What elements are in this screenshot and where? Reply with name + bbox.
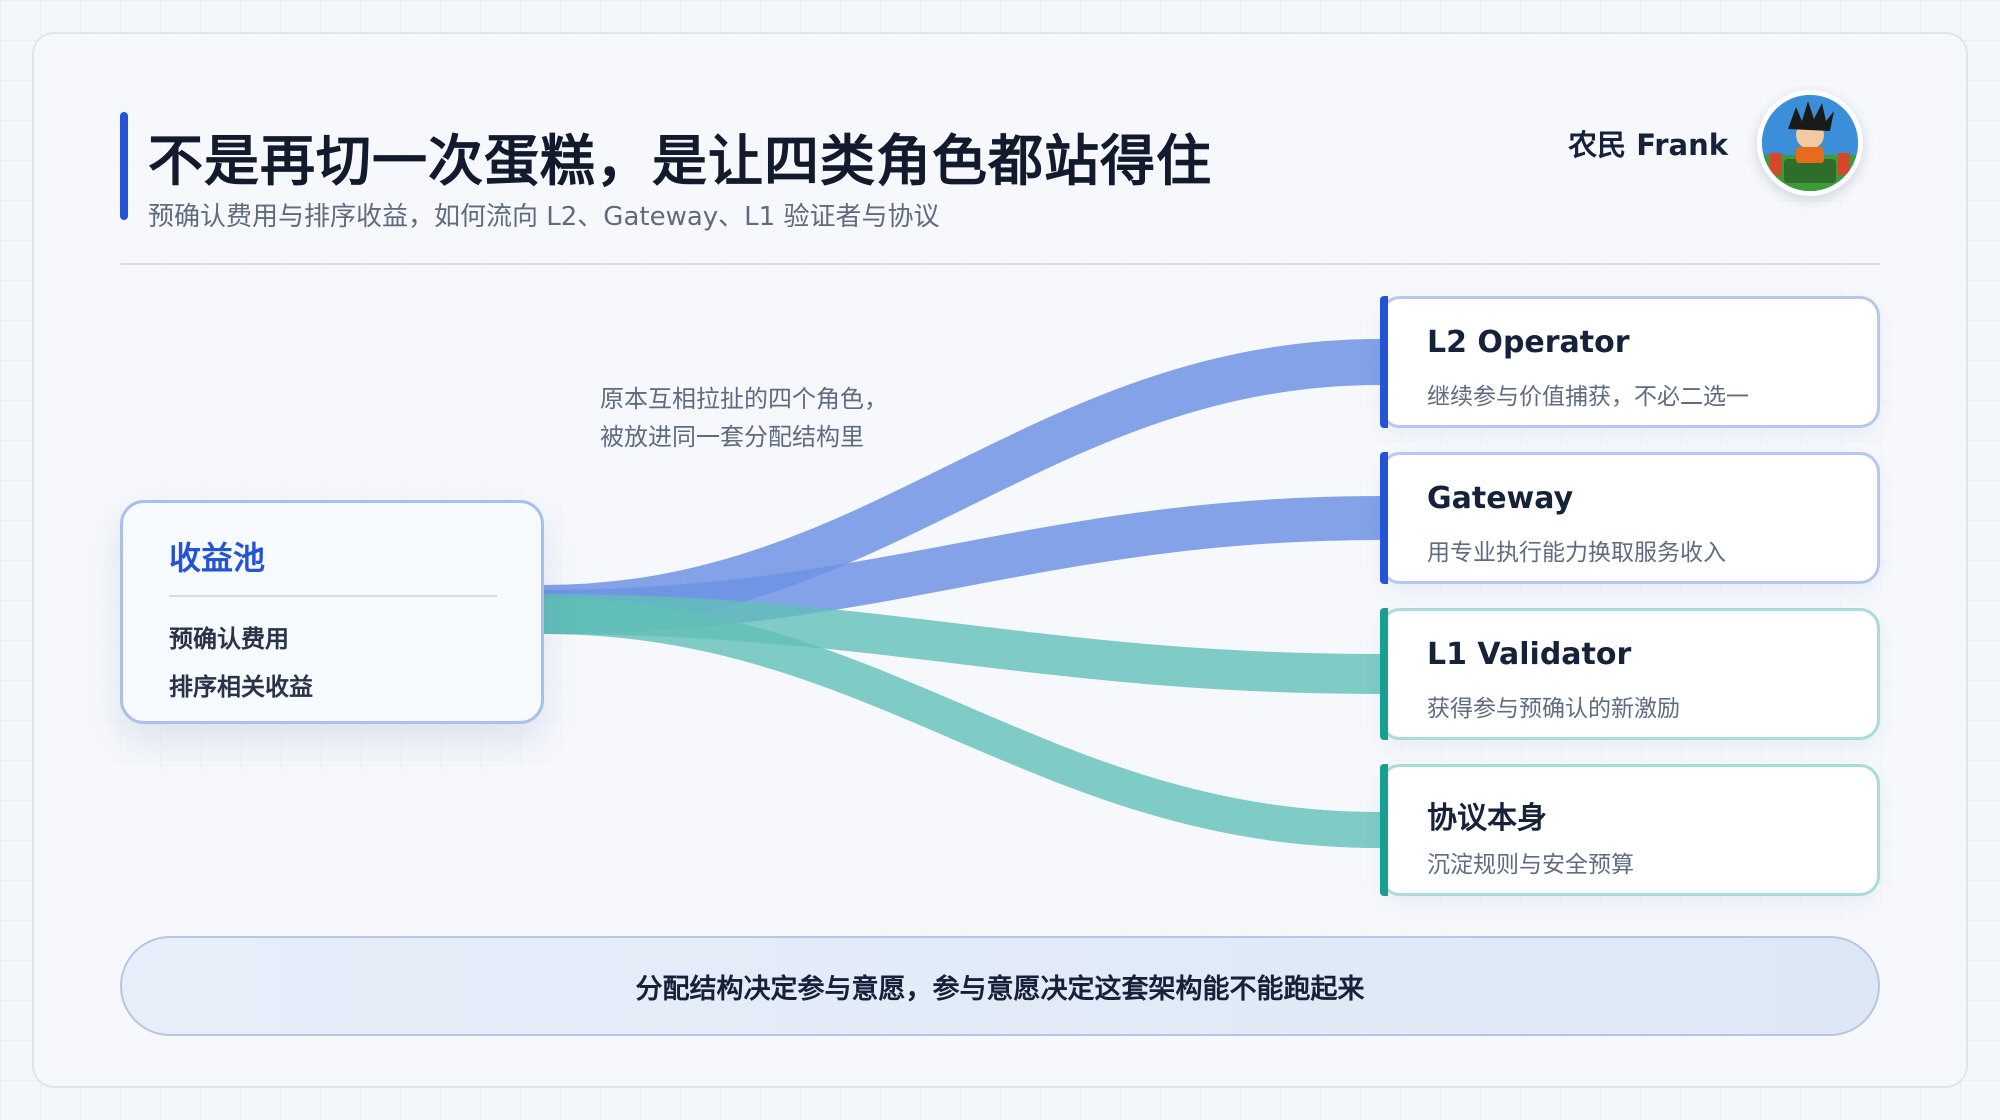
pool-item: 预确认费用: [169, 625, 289, 653]
conclusion-text: 分配结构决定参与意愿，参与意愿决定这套架构能不能跑起来: [635, 973, 1365, 1005]
flow-annotation: 原本互相拉扯的四个角色， 被放进同一套分配结构里: [600, 380, 960, 456]
role-description: 获得参与预确认的新激励: [1427, 696, 1680, 722]
role-card-l1-validator: L1 Validator 获得参与预确认的新激励: [1380, 608, 1880, 740]
card-accent: [1380, 452, 1388, 584]
role-title: L2 Operator: [1427, 325, 1630, 360]
conclusion-banner: 分配结构决定参与意愿，参与意愿决定这套架构能不能跑起来: [120, 936, 1880, 1036]
pool-divider: [169, 595, 497, 597]
role-card-protocol: 协议本身 沉淀规则与安全预算: [1380, 764, 1880, 896]
card-accent: [1380, 608, 1388, 740]
role-description: 沉淀规则与安全预算: [1427, 852, 1634, 878]
pool-title: 收益池: [169, 539, 266, 577]
role-description: 用专业执行能力换取服务收入: [1427, 540, 1726, 566]
role-title: Gateway: [1427, 481, 1574, 516]
role-card-gateway: Gateway 用专业执行能力换取服务收入: [1380, 452, 1880, 584]
role-title: L1 Validator: [1427, 637, 1632, 672]
card-accent: [1380, 764, 1388, 896]
annotation-line-1: 原本互相拉扯的四个角色，: [600, 385, 888, 413]
card-accent: [1380, 296, 1388, 428]
annotation-line-2: 被放进同一套分配结构里: [600, 423, 864, 451]
role-description: 继续参与价值捕获，不必二选一: [1427, 384, 1749, 410]
pool-item: 排序相关收益: [169, 673, 313, 701]
role-card-l2-operator: L2 Operator 继续参与价值捕获，不必二选一: [1380, 296, 1880, 428]
role-title: 协议本身: [1427, 801, 1547, 836]
revenue-pool-card: 收益池 预确认费用 排序相关收益: [120, 500, 544, 724]
